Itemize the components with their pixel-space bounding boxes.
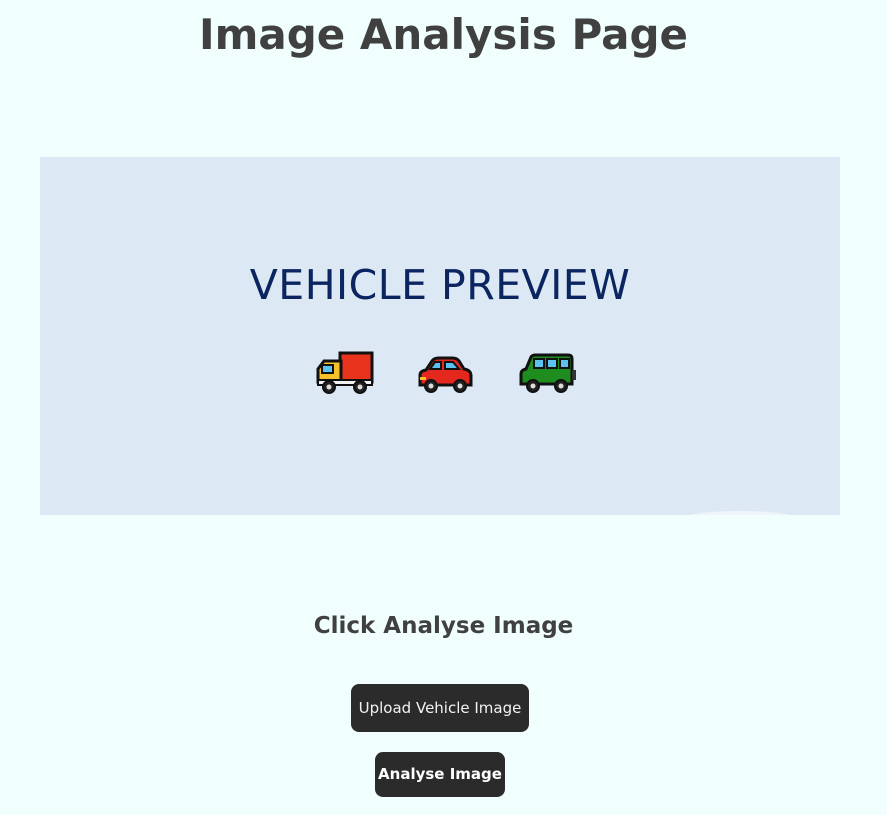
suv-icon: [519, 353, 576, 393]
upload-vehicle-image-button[interactable]: Upload Vehicle Image: [351, 684, 529, 732]
analyse-image-button[interactable]: Analyse Image: [375, 752, 505, 797]
vehicle-icons-row: [40, 347, 840, 397]
preview-shadow-decoration: [690, 511, 790, 515]
page-title: Image Analysis Page: [199, 10, 688, 59]
delivery-truck-icon: [316, 351, 374, 394]
car-icon: [418, 356, 473, 393]
preview-text: VEHICLE PREVIEW: [249, 261, 631, 309]
instruction-text: Click Analyse Image: [313, 613, 574, 639]
vehicle-preview-image: VEHICLE PREVIEW: [40, 157, 840, 515]
